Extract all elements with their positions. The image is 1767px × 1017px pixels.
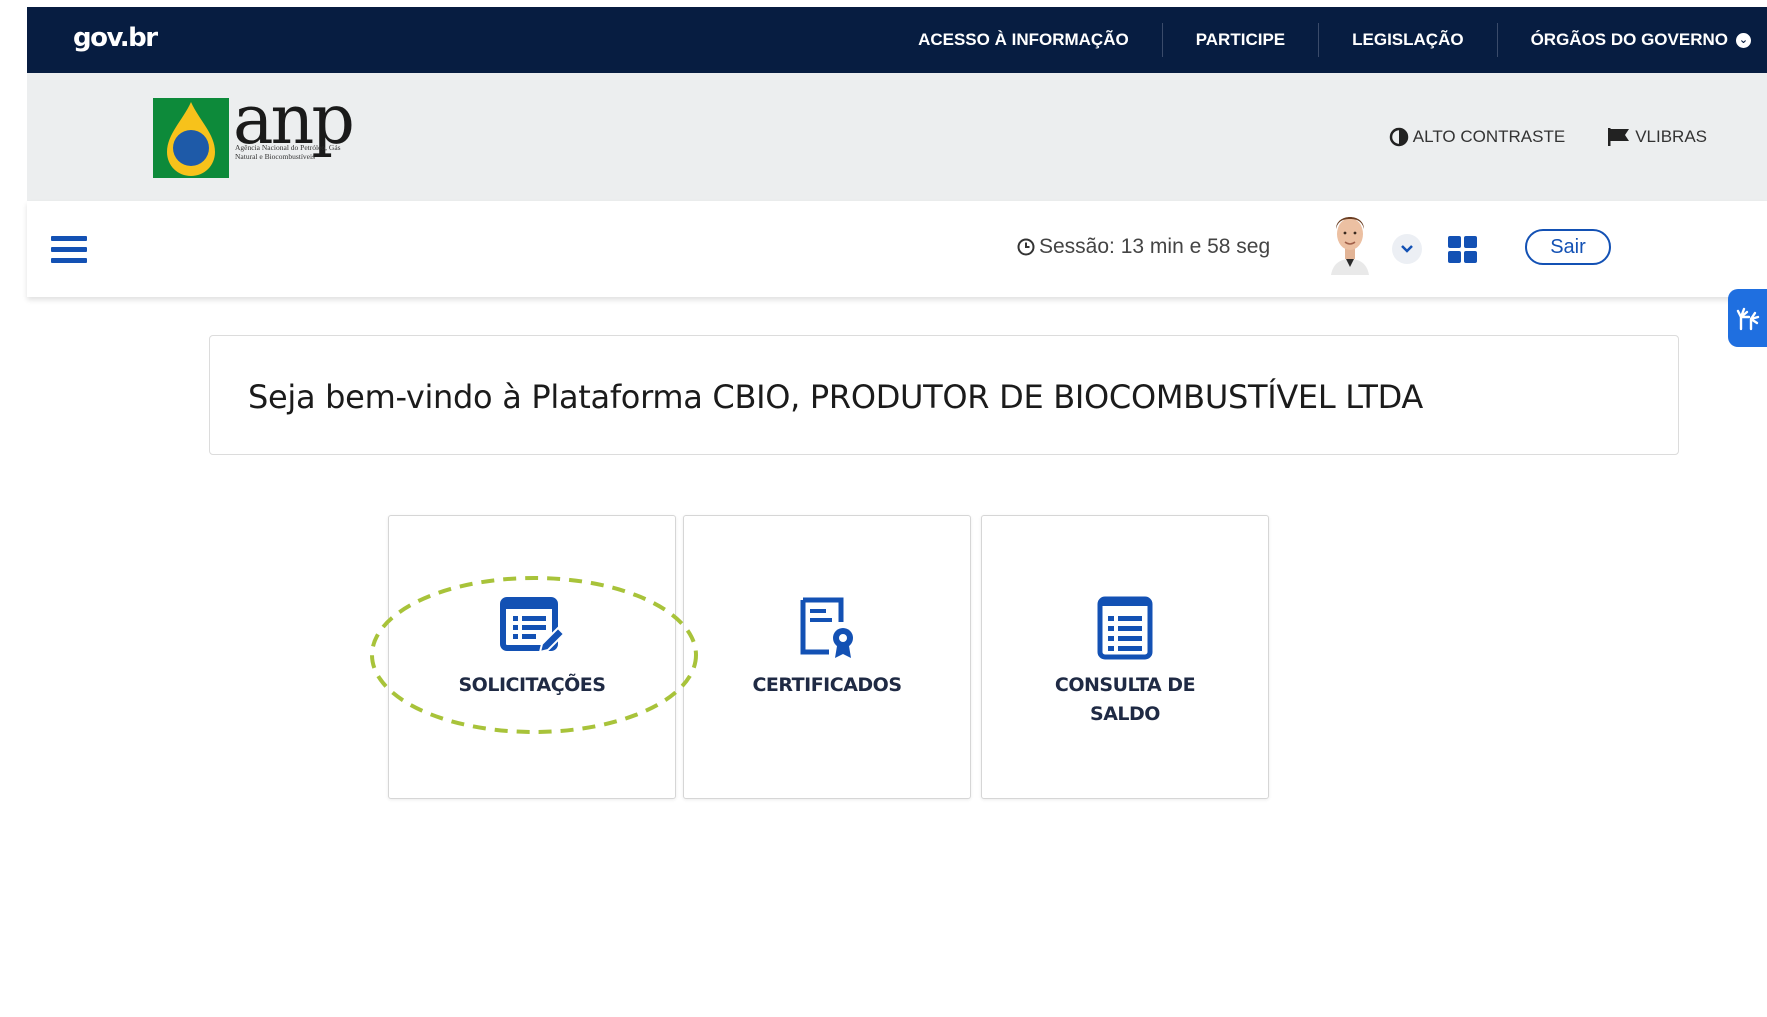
tile-label: SOLICITAÇÕES: [458, 674, 606, 696]
session-text: Sessão: 13 min e 58 seg: [1039, 235, 1271, 258]
high-contrast-label: ALTO CONTRASTE: [1412, 127, 1566, 146]
certificate-icon: [800, 597, 853, 658]
nav-legislacao[interactable]: LEGISLAÇÃO: [1318, 23, 1496, 57]
contrast-icon: [1389, 127, 1409, 147]
apps-grid-icon[interactable]: [1448, 236, 1478, 264]
avatar[interactable]: [1327, 207, 1373, 275]
session-bar: Sessão: 13 min e 58 seg Sair: [27, 201, 1767, 297]
clock-icon: [1017, 238, 1035, 256]
govbr-top-bar: gov.br ACESSO À INFORMAÇÃO PARTICIPE LEG…: [27, 7, 1767, 73]
session-timer: Sessão: 13 min e 58 seg: [1017, 235, 1270, 259]
flag-icon: [1608, 128, 1630, 146]
nav-orgaos-governo[interactable]: ÓRGÃOS DO GOVERNO ⌄: [1496, 23, 1767, 57]
tile-solicitacoes[interactable]: SOLICITAÇÕES: [388, 515, 676, 799]
tile-label: CONSULTA DE SALDO: [1054, 674, 1196, 725]
anp-logo-subtitle: Agência Nacional do Petróleo, Gás Natura…: [235, 143, 341, 161]
sign-language-icon[interactable]: [1728, 289, 1767, 347]
anp-logo-emblem: [153, 98, 229, 178]
tile-certificados[interactable]: CERTIFICADOS: [683, 515, 971, 799]
left-margin: [0, 0, 27, 1017]
chevron-down-icon[interactable]: [1392, 234, 1422, 264]
nav-label: ÓRGÃOS DO GOVERNO: [1530, 30, 1728, 49]
nav-label: LEGISLAÇÃO: [1352, 30, 1464, 49]
anp-header: anp Agência Nacional do Petróleo, Gás Na…: [27, 73, 1767, 201]
nav-label: ACESSO À INFORMAÇÃO: [918, 30, 1129, 49]
welcome-title: Seja bem-vindo à Plataforma CBIO, PRODUT…: [248, 378, 1423, 416]
anp-logo[interactable]: anp Agência Nacional do Petróleo, Gás Na…: [153, 81, 383, 183]
balance-document-icon: [1097, 596, 1153, 660]
request-list-edit-icon: [500, 597, 564, 654]
logout-button[interactable]: Sair: [1525, 229, 1611, 265]
nav-label: PARTICIPE: [1195, 30, 1286, 49]
govbr-logo[interactable]: gov.br: [73, 23, 158, 53]
menu-icon[interactable]: [51, 236, 87, 266]
govbr-nav: ACESSO À INFORMAÇÃO PARTICIPE LEGISLAÇÃO…: [885, 7, 1767, 73]
vlibras-button[interactable]: VLIBRAS: [1607, 127, 1707, 147]
vlibras-label: VLIBRAS: [1635, 127, 1707, 146]
accessibility-tools: ALTO CONTRASTE VLIBRAS: [1389, 73, 1707, 201]
nav-participe[interactable]: PARTICIPE: [1161, 23, 1318, 57]
tile-consulta-saldo[interactable]: CONSULTA DE SALDO: [981, 515, 1269, 799]
high-contrast-button[interactable]: ALTO CONTRASTE: [1389, 127, 1565, 147]
welcome-card: Seja bem-vindo à Plataforma CBIO, PRODUT…: [209, 335, 1679, 455]
nav-acesso-informacao[interactable]: ACESSO À INFORMAÇÃO: [885, 23, 1162, 57]
page: gov.br ACESSO À INFORMAÇÃO PARTICIPE LEG…: [0, 0, 1767, 1017]
chevron-down-icon: ⌄: [1736, 32, 1751, 48]
tile-label: CERTIFICADOS: [752, 674, 902, 696]
